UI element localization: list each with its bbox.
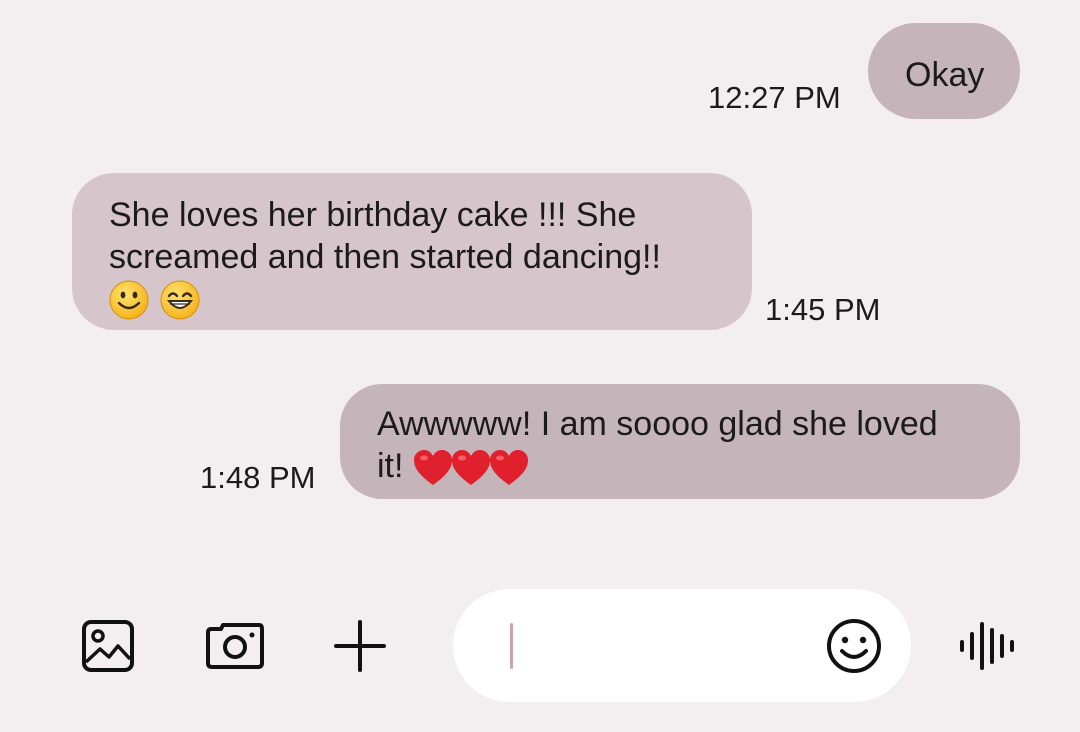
- slightly-smiling-face-emoji: [109, 280, 149, 320]
- voice-icon: [960, 622, 1014, 670]
- emoji-icon: [827, 619, 881, 673]
- emoji-row: [109, 277, 752, 320]
- red-heart-emoji: [413, 450, 452, 486]
- message-input[interactable]: [523, 619, 807, 673]
- message-text: Okay: [905, 56, 985, 94]
- add-attachment-button[interactable]: [330, 616, 390, 676]
- plus-icon: [334, 620, 386, 672]
- message-composer[interactable]: [453, 589, 911, 702]
- message-text-line-with-emoji: it!: [377, 445, 1020, 487]
- emoji-button[interactable]: [824, 616, 884, 676]
- red-heart-emoji: [451, 450, 490, 486]
- red-heart-emoji: [489, 450, 528, 486]
- message-bubble-incoming[interactable]: She loves her birthday cake !!! She scre…: [72, 173, 752, 330]
- gallery-button[interactable]: [78, 616, 138, 676]
- grinning-face-emoji: [160, 280, 200, 320]
- message-text-line: Awwwww! I am soooo glad she loved: [377, 405, 938, 443]
- gallery-icon: [82, 620, 134, 672]
- message-bubble-outgoing[interactable]: Okay: [868, 23, 1020, 119]
- message-timestamp: 12:27 PM: [708, 80, 841, 115]
- camera-button[interactable]: [204, 616, 266, 676]
- message-bubble-outgoing[interactable]: Awwwww! I am soooo glad she loved it!: [340, 384, 1020, 499]
- text-cursor: [510, 623, 513, 669]
- message-text-line: screamed and then started dancing!!: [109, 238, 661, 276]
- camera-icon: [206, 623, 264, 669]
- message-text-line: She loves her birthday cake !!! She: [109, 196, 637, 234]
- message-timestamp: 1:48 PM: [200, 460, 316, 495]
- voice-message-button[interactable]: [956, 616, 1018, 676]
- message-text-line: it!: [377, 447, 413, 485]
- message-timestamp: 1:45 PM: [765, 292, 881, 327]
